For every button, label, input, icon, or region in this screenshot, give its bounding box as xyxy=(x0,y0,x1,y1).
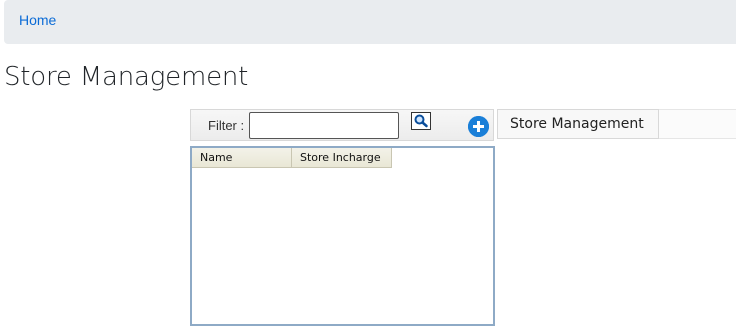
breadcrumb-home-link[interactable]: Home xyxy=(19,12,56,28)
filter-label: Filter : xyxy=(208,118,245,133)
column-header-store-incharge[interactable]: Store Incharge xyxy=(292,148,392,168)
grid-header: Name Store Incharge xyxy=(192,148,392,168)
plus-circle-icon xyxy=(468,116,489,137)
tab-strip xyxy=(659,109,736,139)
search-icon xyxy=(412,113,430,129)
tab-store-management[interactable]: Store Management xyxy=(497,109,659,139)
filter-input[interactable] xyxy=(249,112,399,139)
page-title: Store Management xyxy=(4,62,249,92)
filter-toolbar: Filter : xyxy=(190,109,494,141)
store-grid: Name Store Incharge xyxy=(190,146,495,326)
column-header-name[interactable]: Name xyxy=(192,148,292,168)
breadcrumb: Home xyxy=(4,0,736,44)
search-button[interactable] xyxy=(411,112,431,130)
add-store-button[interactable] xyxy=(468,116,489,137)
